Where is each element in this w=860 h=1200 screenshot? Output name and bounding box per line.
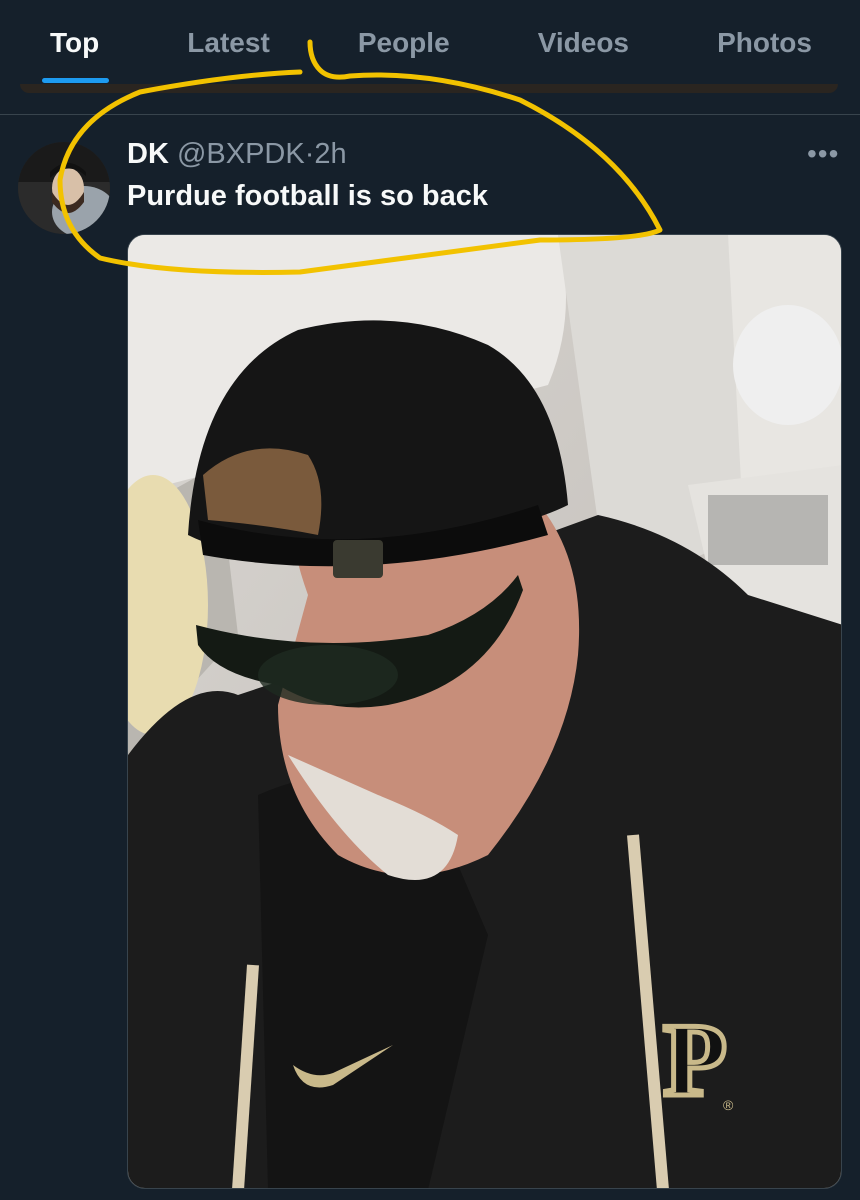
separator-dot: · <box>304 138 315 170</box>
tab-latest-label: Latest <box>187 27 270 58</box>
tweet-header: DK @BXPDK·2h <box>127 138 347 171</box>
tab-photos[interactable]: Photos <box>717 0 812 59</box>
more-options-icon[interactable]: ••• <box>807 138 839 170</box>
user-handle[interactable]: @BXPDK <box>177 138 305 170</box>
search-tabs: Top Latest People Videos Photos <box>0 0 860 88</box>
tab-top-label: Top <box>50 27 100 58</box>
tab-people[interactable]: People <box>358 0 450 59</box>
tab-latest[interactable]: Latest <box>187 0 269 59</box>
tweet-text: Purdue football is so back <box>127 180 488 212</box>
purdue-logo: P <box>663 1001 727 1118</box>
registered-mark: ® <box>723 1097 734 1113</box>
display-name[interactable]: DK <box>127 138 169 170</box>
active-tab-indicator <box>42 78 110 83</box>
tab-top[interactable]: Top <box>42 0 110 83</box>
previous-tweet-media-edge <box>20 84 838 93</box>
tab-people-label: People <box>357 27 450 58</box>
tweet-divider <box>0 114 860 115</box>
tweet-photo[interactable]: P ® <box>127 234 842 1189</box>
tab-photos-label: Photos <box>717 27 812 58</box>
tab-videos[interactable]: Videos <box>538 0 629 59</box>
tab-videos-label: Videos <box>537 27 630 58</box>
tweet-timestamp[interactable]: 2h <box>314 138 346 170</box>
avatar[interactable] <box>18 142 110 234</box>
